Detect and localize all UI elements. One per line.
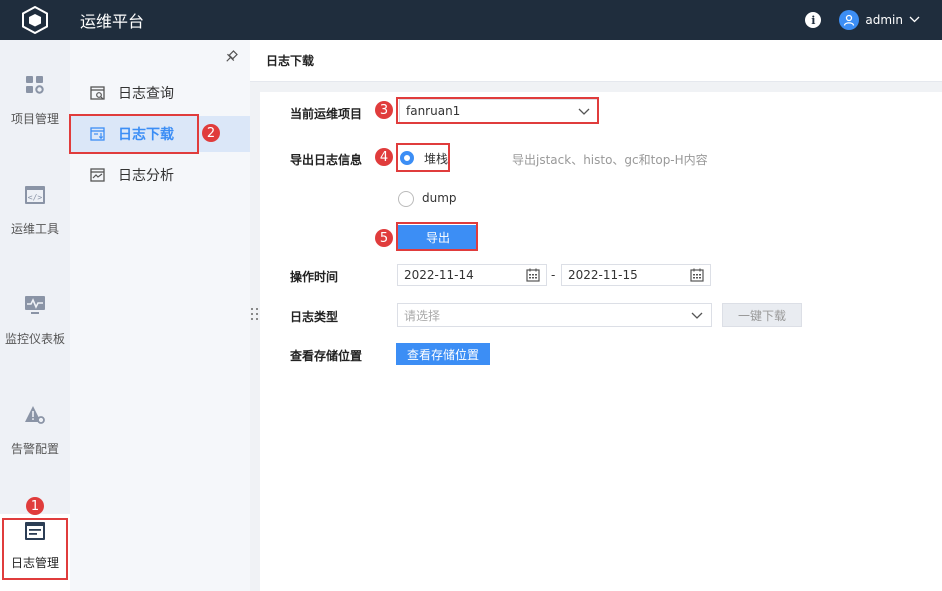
annotation-badge: 4	[375, 148, 393, 166]
logo-icon[interactable]	[0, 0, 70, 40]
annotation-badge: 5	[375, 229, 393, 247]
time-label: 操作时间	[290, 270, 339, 284]
svg-text:</>: </>	[28, 193, 43, 202]
radio-dump-label[interactable]: dump	[422, 191, 457, 205]
top-bar: 运维平台 i admin	[0, 0, 942, 40]
one-click-download-button[interactable]: 一键下载	[722, 303, 802, 327]
grid-gear-icon	[24, 74, 46, 96]
nav-item-project-management[interactable]: 项目管理	[0, 74, 70, 174]
log-analysis-icon	[90, 167, 106, 183]
avatar[interactable]	[839, 10, 860, 30]
export-hint: 导出jstack、histo、gc和top-H内容	[512, 153, 708, 167]
logtype-select[interactable]: 请选择	[397, 303, 712, 327]
nav-item-monitor-dashboard[interactable]: 监控仪表板	[0, 294, 70, 394]
annotation-badge: 3	[375, 101, 393, 119]
radio-dump[interactable]	[398, 191, 414, 207]
end-date-input[interactable]: 2022-11-15	[561, 264, 711, 286]
logtype-placeholder: 请选择	[404, 308, 441, 323]
nav-label: 告警配置	[10, 442, 59, 456]
nav2-label: 日志查询	[118, 86, 174, 102]
storage-label: 查看存储位置	[290, 349, 363, 363]
info-icon[interactable]: i	[805, 12, 822, 28]
nav-label: 运维工具	[10, 222, 59, 236]
nav2-label: 日志分析	[118, 168, 174, 184]
annotation-badge: 2	[202, 124, 220, 142]
annotation-badge: 1	[26, 497, 44, 515]
nav-label: 项目管理	[10, 112, 59, 126]
project-label: 当前运维项目	[290, 107, 363, 121]
start-date-value: 2022-11-14	[404, 268, 474, 282]
chevron-down-icon[interactable]	[909, 15, 920, 26]
nav2-item-log-query[interactable]: 日志查询	[70, 75, 250, 111]
log-search-icon	[90, 85, 106, 101]
calendar-icon[interactable]	[526, 268, 540, 285]
calendar-icon[interactable]	[690, 268, 704, 285]
start-date-input[interactable]: 2022-11-14	[397, 264, 547, 286]
export-label: 导出日志信息	[290, 153, 363, 167]
annotation-box-2	[69, 114, 199, 154]
annotation-box-1	[2, 518, 68, 580]
annotation-box-5	[396, 222, 478, 251]
annotation-box-4	[396, 143, 450, 172]
pin-icon[interactable]	[224, 50, 238, 67]
nav-label: 监控仪表板	[4, 332, 65, 346]
annotation-box-3	[396, 97, 599, 124]
form-panel: 当前运维项目 fanruan1 导出日志信息 堆栈 导出jstack、histo…	[260, 92, 942, 591]
monitor-pulse-icon	[24, 294, 46, 316]
code-window-icon: </>	[24, 184, 46, 206]
page-title: 日志下载	[250, 40, 942, 82]
user-name[interactable]: admin	[865, 13, 903, 27]
date-separator: -	[551, 268, 556, 282]
end-date-value: 2022-11-15	[568, 268, 638, 282]
app-title: 运维平台	[80, 12, 145, 31]
warning-gear-icon	[24, 404, 46, 426]
logtype-label: 日志类型	[290, 310, 339, 324]
nav-item-ops-tools[interactable]: </> 运维工具	[0, 184, 70, 284]
chevron-down-icon	[691, 307, 703, 326]
resize-handle-icon[interactable]	[250, 306, 260, 322]
view-storage-button[interactable]: 查看存储位置	[396, 343, 490, 365]
nav-item-alert-config[interactable]: 告警配置	[0, 404, 70, 504]
nav2-item-log-analysis[interactable]: 日志分析	[70, 157, 250, 193]
